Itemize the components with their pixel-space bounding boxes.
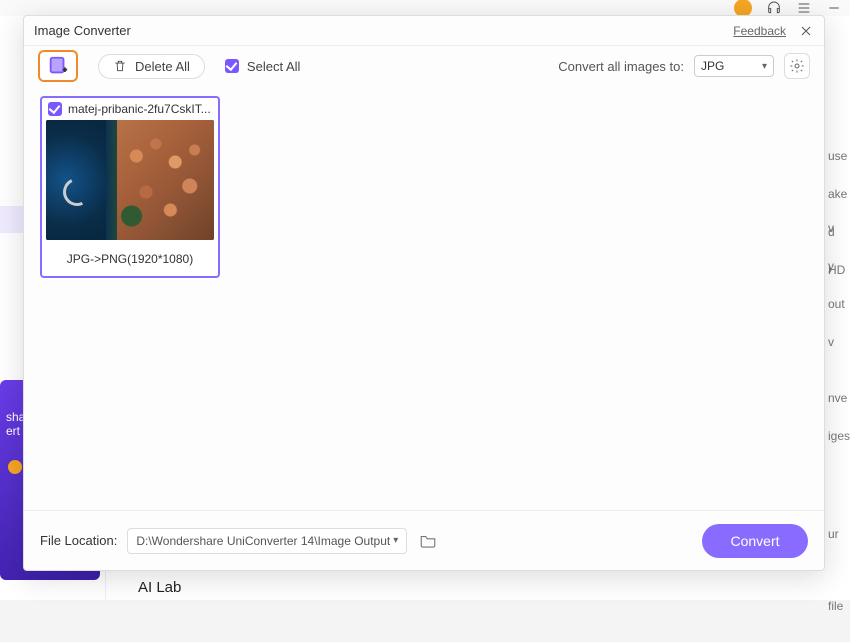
bg-section-label[interactable]: AI Lab: [138, 579, 181, 596]
add-image-button[interactable]: [38, 50, 78, 82]
bg-text: HD v: [828, 234, 850, 272]
promo-dot-icon: [8, 460, 22, 474]
image-thumbnail[interactable]: [46, 120, 214, 240]
image-list: matej-pribanic-2fu7CskIT... JPG->PNG(192…: [24, 86, 824, 510]
menu-icon[interactable]: [796, 0, 812, 16]
bg-text: d out: [828, 196, 850, 234]
minimize-icon[interactable]: [826, 0, 842, 16]
image-filename: matej-pribanic-2fu7CskIT...: [68, 102, 212, 116]
delete-all-label: Delete All: [135, 59, 190, 74]
feedback-link[interactable]: Feedback: [733, 24, 786, 38]
convert-button[interactable]: Convert: [702, 524, 808, 558]
bg-right-snippets: use v ake y d out HD v nve iges ur file: [828, 120, 850, 536]
modal-footer: File Location: D:\Wondershare UniConvert…: [24, 510, 824, 570]
checkbox-checked-icon: [225, 59, 239, 73]
image-converter-modal: Image Converter Feedback Delete All Sele…: [23, 15, 825, 571]
toolbar: Delete All Select All Convert all images…: [24, 46, 824, 86]
image-card[interactable]: matej-pribanic-2fu7CskIT... JPG->PNG(192…: [40, 96, 220, 278]
image-caption: JPG->PNG(1920*1080): [42, 244, 218, 276]
open-folder-button[interactable]: [417, 530, 439, 552]
settings-button[interactable]: [784, 53, 810, 79]
bg-text: ake y: [828, 158, 850, 196]
file-location-value: D:\Wondershare UniConverter 14\Image Out…: [136, 534, 390, 548]
bg-text: ur file: [828, 498, 850, 536]
file-location-label: File Location:: [40, 533, 117, 548]
checkbox-checked-icon[interactable]: [48, 102, 62, 116]
bg-text: iges: [828, 400, 850, 438]
modal-title: Image Converter: [34, 23, 131, 38]
modal-header: Image Converter Feedback: [24, 16, 824, 46]
close-icon[interactable]: [798, 23, 814, 39]
app-topbar: [0, 0, 850, 16]
select-all-checkbox[interactable]: Select All: [225, 59, 300, 74]
delete-all-button[interactable]: Delete All: [98, 54, 205, 79]
format-value: JPG: [701, 59, 724, 73]
promo-text: ert: [6, 424, 20, 438]
support-icon[interactable]: [766, 0, 782, 16]
convert-label: Convert: [730, 533, 779, 549]
output-format-select[interactable]: JPG: [694, 55, 774, 77]
image-card-head: matej-pribanic-2fu7CskIT...: [42, 98, 218, 120]
bg-text: nve: [828, 362, 850, 400]
select-all-label: Select All: [247, 59, 300, 74]
bg-text: use v: [828, 120, 850, 158]
file-location-select[interactable]: D:\Wondershare UniConverter 14\Image Out…: [127, 528, 407, 554]
convert-to-label: Convert all images to:: [558, 59, 684, 74]
